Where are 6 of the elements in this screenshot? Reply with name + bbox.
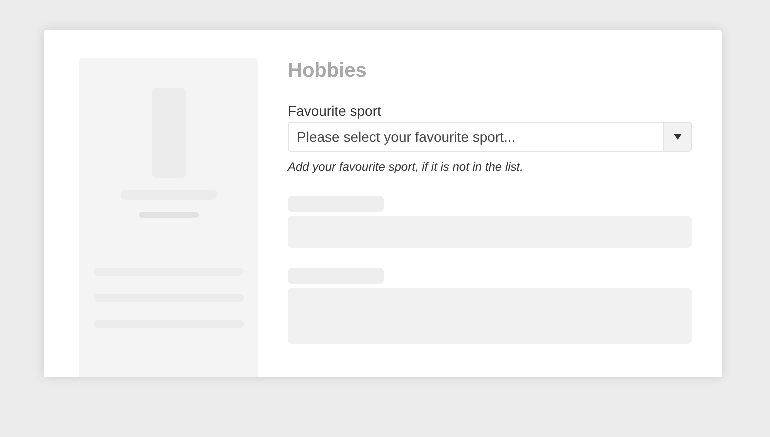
- hint-text: Add your favourite sport, if it is not in the list.: [288, 160, 524, 174]
- sport-select-field[interactable]: Please select your favourite sport...: [288, 122, 663, 152]
- dropdown-button[interactable]: [663, 122, 692, 152]
- section-title: Hobbies: [288, 60, 367, 83]
- field-label: Favourite sport: [288, 103, 382, 119]
- caret-icon: [674, 134, 682, 140]
